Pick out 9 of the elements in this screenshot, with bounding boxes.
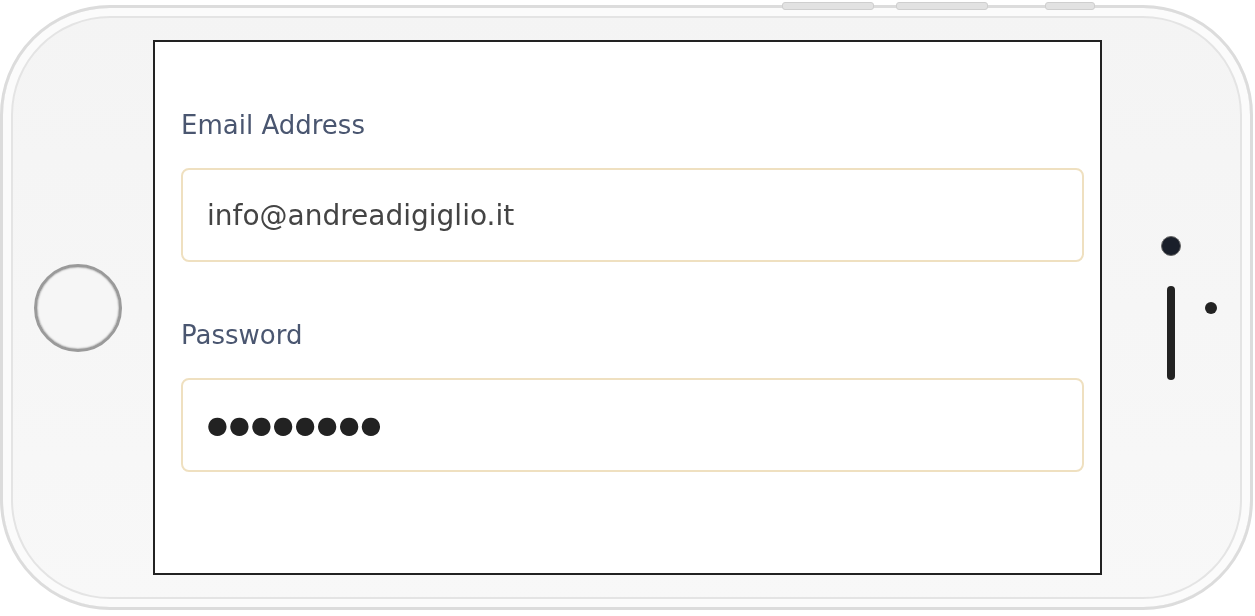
field-label: Password xyxy=(181,320,304,350)
field-label: Email Address xyxy=(181,110,366,140)
password-field[interactable]: ●●●●●●●● xyxy=(181,378,1084,472)
camera-icon xyxy=(1161,235,1181,256)
sensor-dot xyxy=(1205,302,1217,314)
volume-button[interactable] xyxy=(782,2,874,10)
email-field[interactable]: info@andreadigiglio.it xyxy=(181,168,1084,262)
power-button[interactable] xyxy=(1045,2,1095,10)
volume-button[interactable] xyxy=(896,2,988,10)
